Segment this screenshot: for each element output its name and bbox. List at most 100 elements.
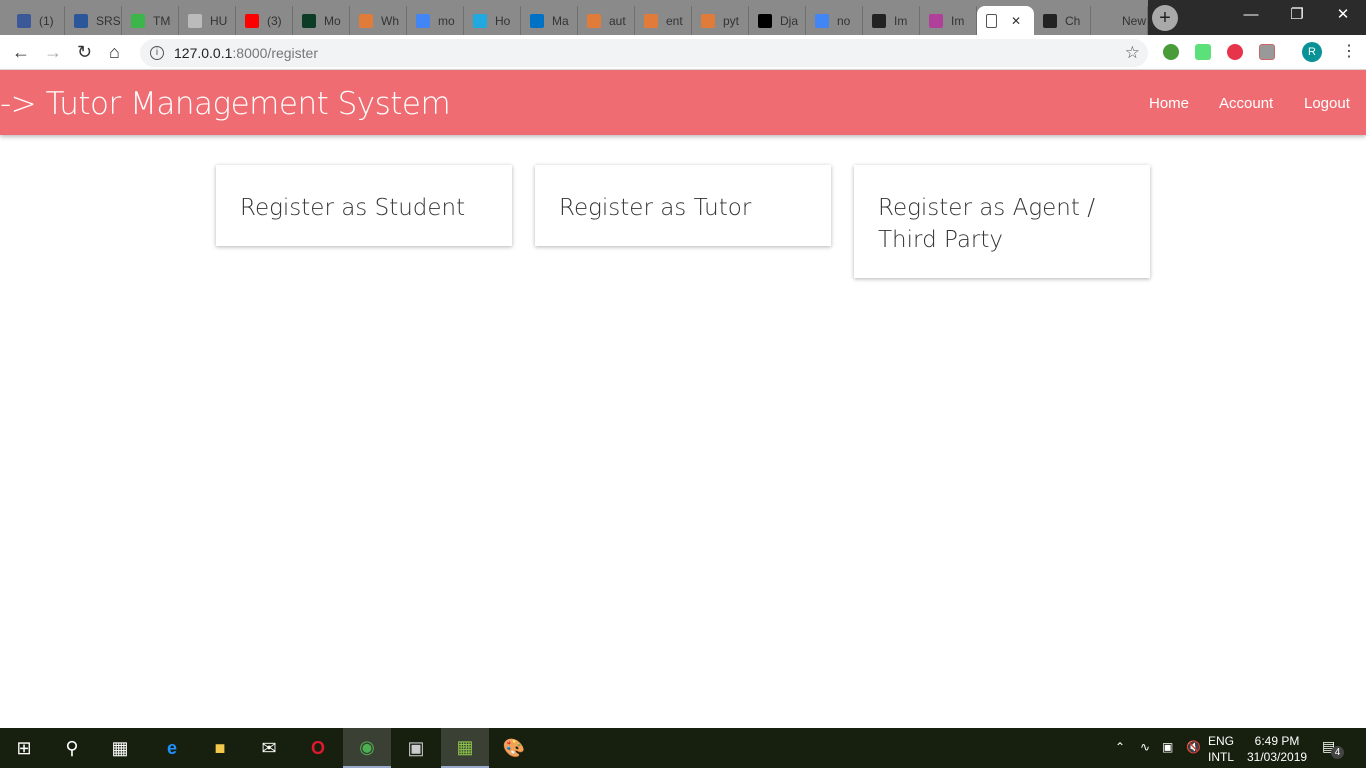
mute-icon[interactable]: 🔇	[1186, 740, 1201, 754]
wifi-icon[interactable]: ∿	[1140, 740, 1150, 754]
browser-tab[interactable]: Ch	[1034, 6, 1091, 35]
browser-tab[interactable]: TM	[122, 6, 179, 35]
address-bar[interactable]: i 127.0.0.1:8000/register ☆	[140, 39, 1148, 67]
nav-account[interactable]: Account	[1219, 95, 1273, 112]
app-navbar: -> Tutor Management System Home Account …	[0, 70, 1366, 135]
tab-favicon-icon	[644, 13, 658, 28]
tab-label: Dja	[780, 13, 799, 28]
browser-tab[interactable]: ent	[635, 6, 692, 35]
minimize-button[interactable]: —	[1228, 0, 1274, 30]
notification-count: 4	[1331, 746, 1344, 759]
tab-label: Mo	[324, 13, 341, 28]
tab-favicon-icon	[815, 13, 829, 28]
profile-avatar[interactable]: R	[1302, 42, 1322, 62]
extension-red-icon[interactable]	[1227, 44, 1243, 60]
browser-tab[interactable]: Im	[920, 6, 977, 35]
tab-label: Ho	[495, 13, 511, 28]
file-explorer-icon[interactable]: ■	[196, 728, 244, 768]
browser-tab[interactable]: Mo	[293, 6, 350, 35]
brand-title[interactable]: -> Tutor Management System	[0, 86, 451, 122]
browser-tab[interactable]: Dja	[749, 6, 806, 35]
notepad-plus-icon[interactable]: ▦	[441, 728, 489, 768]
tab-favicon-icon	[929, 13, 943, 28]
url-path: :8000/register	[232, 45, 318, 61]
tab-label: Wh	[381, 13, 399, 28]
tab-label: pyt	[723, 13, 740, 28]
clock[interactable]: 6:49 PM 31/03/2019	[1247, 733, 1307, 765]
info-icon[interactable]: i	[150, 46, 164, 60]
notifications-icon[interactable]: ▤ 4	[1322, 738, 1344, 759]
tab-favicon-icon	[530, 13, 544, 28]
browser-tab[interactable]: pyt	[692, 6, 749, 35]
tab-favicon-icon	[188, 13, 202, 28]
extension-idm-icon[interactable]	[1163, 44, 1179, 60]
clock-time: 6:49 PM	[1254, 734, 1300, 748]
extension-green-icon[interactable]	[1195, 44, 1211, 60]
tab-favicon-icon	[359, 13, 373, 28]
browser-tab[interactable]: (1)	[8, 6, 65, 35]
back-icon[interactable]: ←	[12, 42, 30, 63]
reload-icon[interactable]: ↻	[77, 42, 92, 63]
tab-favicon-icon	[986, 13, 997, 28]
tab-label: mo	[438, 13, 455, 28]
language-indicator[interactable]: ENG INTL	[1208, 733, 1234, 765]
tab-label: Im	[951, 13, 965, 28]
chrome-icon[interactable]: ◉	[343, 728, 391, 768]
browser-tab[interactable]: Im	[863, 6, 920, 35]
clock-date: 31/03/2019	[1247, 750, 1308, 764]
register-tutor-card[interactable]: Register as Tutor	[535, 165, 831, 246]
browser-tab[interactable]: HU	[179, 6, 236, 35]
browser-tab[interactable]: Ho	[464, 6, 521, 35]
bookmark-star-icon[interactable]: ☆	[1125, 39, 1140, 67]
tab-favicon-icon	[872, 13, 886, 28]
tab-favicon-icon	[416, 13, 430, 28]
register-student-card[interactable]: Register as Student	[216, 165, 512, 246]
register-agent-card[interactable]: Register as Agent / Third Party	[854, 165, 1150, 278]
battery-icon[interactable]: ▣	[1162, 740, 1173, 754]
windows-taskbar: ⊞ ⚲ ▦ e ■ ✉ O ◉ ▣ ▦ 🎨 ⌃ ∿ ▣ 🔇 ENG INTL 6:…	[0, 728, 1366, 768]
tab-label: Ch	[1065, 13, 1081, 28]
tab-favicon-icon	[1100, 13, 1114, 28]
lang-secondary: INTL	[1208, 750, 1235, 764]
browser-tab[interactable]: mo	[407, 6, 464, 35]
browser-tab[interactable]: Ma	[521, 6, 578, 35]
start-windows-icon[interactable]: ⊞	[0, 728, 48, 768]
tab-favicon-icon	[587, 13, 601, 28]
browser-tab[interactable]: aut	[578, 6, 635, 35]
nav-home[interactable]: Home	[1149, 95, 1189, 112]
tab-label: (1)	[39, 13, 54, 28]
tab-strip: (1) SRS TM HU (3) Mo Wh mo Ho Ma aut ent pyt Dja no Im I…	[0, 0, 1366, 35]
search-icon[interactable]: ⚲	[48, 728, 96, 768]
tab-label: New Ta	[1122, 13, 1147, 28]
opera-icon[interactable]: O	[294, 728, 342, 768]
forward-icon[interactable]: →	[44, 42, 62, 63]
tray-chevron-icon[interactable]: ⌃	[1115, 740, 1125, 754]
menu-kebab-icon[interactable]: ⋮	[1341, 41, 1357, 61]
tab-label: TM	[153, 13, 171, 28]
paint-icon[interactable]: 🎨	[490, 728, 538, 768]
browser-tab[interactable]: SRS	[65, 6, 122, 35]
tab-favicon-icon	[1043, 13, 1057, 28]
tab-favicon-icon	[758, 13, 772, 28]
task-view-icon[interactable]: ▦	[96, 728, 144, 768]
browser-tab[interactable]: Wh	[350, 6, 407, 35]
restore-button[interactable]: ❐	[1274, 0, 1320, 30]
home-icon[interactable]: ⌂	[109, 42, 120, 63]
close-tab-icon[interactable]: ✕	[1011, 14, 1021, 28]
new-tab-button[interactable]: +	[1152, 5, 1178, 31]
nav-logout[interactable]: Logout	[1304, 95, 1350, 112]
tab-favicon-icon	[17, 13, 31, 28]
url-host: 127.0.0.1	[174, 45, 233, 61]
lang-primary: ENG	[1208, 734, 1235, 748]
edge-icon[interactable]: e	[148, 728, 196, 768]
close-window-button[interactable]: ✕	[1320, 0, 1366, 30]
extension-pdf-icon[interactable]	[1259, 44, 1275, 60]
mail-icon[interactable]: ✉	[245, 728, 293, 768]
tab-label: HU	[210, 13, 228, 28]
tab-favicon-icon	[473, 13, 487, 28]
browser-tab[interactable]: no	[806, 6, 863, 35]
terminal-icon[interactable]: ▣	[392, 728, 440, 768]
browser-tab[interactable]: (3)	[236, 6, 293, 35]
browser-tab[interactable]: New Ta	[1091, 6, 1148, 35]
browser-tab[interactable]: ✕	[977, 6, 1034, 35]
